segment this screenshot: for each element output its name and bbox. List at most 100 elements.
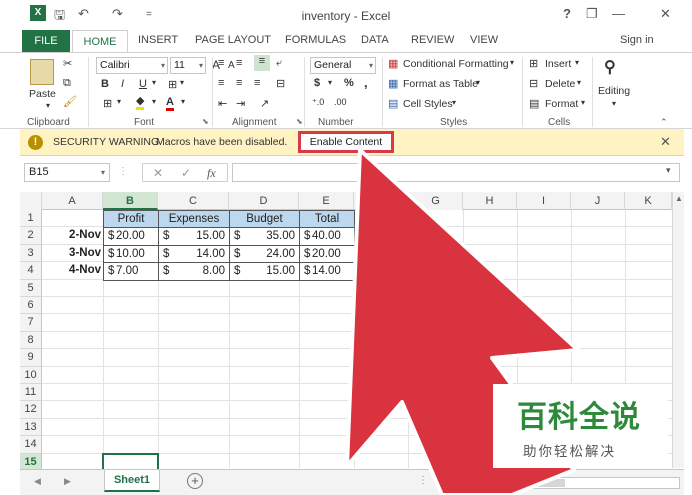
enable-content-button[interactable]: Enable Content — [298, 131, 394, 153]
row-header[interactable]: 13 — [20, 418, 42, 437]
increase-decimal-icon[interactable]: ⁺.0 — [312, 97, 324, 108]
underline-button[interactable]: U — [139, 78, 147, 90]
cell-styles-button[interactable]: Cell Styles — [403, 98, 453, 110]
alignment-dialog-launcher-icon[interactable]: ⬊ — [296, 117, 303, 126]
align-left-icon[interactable]: ≡ — [218, 77, 224, 89]
tab-formulas[interactable]: FORMULAS — [285, 34, 346, 46]
select-all-corner[interactable] — [20, 192, 42, 210]
delete-cells-icon[interactable]: ⊟ — [529, 77, 538, 90]
row-header[interactable]: 12 — [20, 401, 42, 419]
row-header[interactable]: 2 — [20, 227, 42, 245]
table-cell[interactable]: $20.00 — [299, 244, 355, 264]
format-cells-button[interactable]: Format — [545, 98, 578, 110]
tab-view[interactable]: VIEW — [470, 34, 498, 46]
format-as-table-icon[interactable]: ▦ — [388, 77, 398, 90]
conditional-formatting-icon[interactable]: ▦ — [388, 57, 398, 70]
insert-cells-button[interactable]: Insert — [545, 58, 571, 70]
row-header[interactable]: 14 — [20, 436, 42, 454]
tab-review[interactable]: REVIEW — [411, 34, 454, 46]
format-as-table-button[interactable]: Format as Table — [403, 78, 478, 90]
align-bottom-icon[interactable]: ≡ — [254, 55, 270, 71]
row-header[interactable]: 7 — [20, 314, 42, 332]
borders-icon[interactable]: ⊞ — [168, 78, 177, 91]
table-header-cell[interactable]: Budget — [229, 210, 300, 229]
align-center-icon[interactable]: ≡ — [236, 77, 242, 89]
tab-data[interactable]: DATA — [361, 34, 389, 46]
collapse-ribbon-icon[interactable]: ⌃ — [660, 117, 668, 128]
column-header[interactable]: J — [571, 192, 625, 210]
row-header[interactable]: 11 — [20, 384, 42, 402]
table-cell[interactable]: $14.00 — [299, 262, 355, 281]
decrease-font-icon[interactable]: A — [228, 60, 235, 71]
column-header[interactable]: B — [103, 192, 158, 210]
row-header[interactable]: 1 — [20, 210, 42, 228]
orientation-icon[interactable]: ↗ — [260, 97, 269, 110]
table-header-cell[interactable]: Expenses — [158, 210, 230, 229]
table-cell[interactable]: $7.00 — [103, 262, 159, 281]
row-header[interactable]: 6 — [20, 297, 42, 315]
expand-formula-bar-icon[interactable]: ▾ — [666, 165, 671, 176]
wrap-text-icon[interactable]: ⤶ — [276, 57, 282, 70]
table-cell[interactable]: $15.00 — [229, 262, 300, 281]
decrease-decimal-icon[interactable]: .00 — [334, 97, 347, 107]
row-header[interactable]: 3 — [20, 244, 42, 263]
editing-button[interactable]: Editing — [598, 85, 630, 97]
font-color-icon[interactable]: A — [166, 96, 174, 111]
format-cells-icon[interactable]: ▤ — [529, 97, 539, 110]
scroll-up-icon[interactable]: ▲ — [675, 194, 683, 203]
column-header[interactable]: A — [42, 192, 103, 210]
table-cell[interactable]: $8.00 — [158, 262, 230, 281]
date-cell[interactable]: 3-Nov — [42, 245, 103, 262]
tab-file[interactable]: FILE — [22, 30, 70, 52]
row-header[interactable]: 9 — [20, 349, 42, 367]
column-header[interactable]: I — [517, 192, 571, 210]
increase-indent-icon[interactable]: ⇥ — [236, 97, 245, 110]
font-dialog-launcher-icon[interactable]: ⬊ — [202, 117, 209, 126]
italic-button[interactable]: I — [121, 78, 124, 90]
close-window-button[interactable]: ✕ — [660, 6, 671, 22]
accounting-format-button[interactable]: $ — [314, 77, 320, 89]
tab-page-layout[interactable]: PAGE LAYOUT — [195, 34, 271, 46]
minimize-button[interactable]: — — [612, 6, 625, 21]
column-header[interactable]: C — [158, 192, 229, 210]
copy-icon[interactable]: ⧉ — [63, 77, 71, 90]
scroll-thumb[interactable] — [455, 479, 565, 487]
bold-button[interactable]: B — [101, 78, 109, 90]
borders-bottom-icon[interactable]: ⊞ — [103, 97, 112, 110]
help-button[interactable]: ? — [563, 6, 571, 21]
column-header[interactable]: D — [229, 192, 299, 210]
align-top-icon[interactable]: ≡ — [218, 57, 224, 69]
close-warning-icon[interactable]: ✕ — [660, 134, 671, 150]
date-cell[interactable]: 4-Nov — [42, 262, 103, 279]
table-cell[interactable]: $24.00 — [229, 244, 300, 264]
formula-input[interactable] — [232, 163, 680, 182]
font-size-select[interactable]: 11 ▾ — [170, 57, 206, 74]
vertical-scrollbar[interactable]: ▲ — [672, 192, 684, 468]
merge-center-icon[interactable]: ⊟ — [276, 77, 285, 90]
font-name-select[interactable]: Calibri ▾ — [96, 57, 168, 74]
confirm-entry-icon[interactable]: ✓ — [181, 166, 191, 180]
percent-style-button[interactable]: % — [344, 77, 354, 89]
table-cell[interactable]: $14.00 — [158, 244, 230, 264]
decrease-indent-icon[interactable]: ⇤ — [218, 97, 227, 110]
fill-color-icon[interactable]: ◆ — [136, 96, 145, 110]
sign-in-link[interactable]: Sign in — [620, 34, 654, 46]
row-header[interactable]: 5 — [20, 279, 42, 297]
table-header-cell[interactable]: Total — [299, 210, 355, 229]
column-header[interactable]: K — [625, 192, 672, 210]
insert-cells-icon[interactable]: ⊞ — [529, 57, 538, 70]
conditional-formatting-button[interactable]: Conditional Formatting — [403, 58, 509, 70]
table-cell[interactable]: $10.00 — [103, 244, 159, 264]
row-header[interactable]: 4 — [20, 262, 42, 280]
paste-icon[interactable] — [30, 59, 54, 85]
table-cell[interactable]: $40.00 — [299, 227, 355, 246]
column-header[interactable]: H — [463, 192, 517, 210]
table-cell[interactable]: $15.00 — [158, 227, 230, 246]
tab-home[interactable]: HOME — [72, 30, 128, 54]
number-format-select[interactable]: General ▾ — [310, 57, 376, 74]
delete-cells-button[interactable]: Delete — [545, 78, 575, 90]
table-cell[interactable]: $35.00 — [229, 227, 300, 246]
row-header[interactable]: 10 — [20, 366, 42, 384]
name-box[interactable]: B15 ▾ — [24, 163, 110, 182]
cut-icon[interactable]: ✂ — [63, 57, 72, 70]
